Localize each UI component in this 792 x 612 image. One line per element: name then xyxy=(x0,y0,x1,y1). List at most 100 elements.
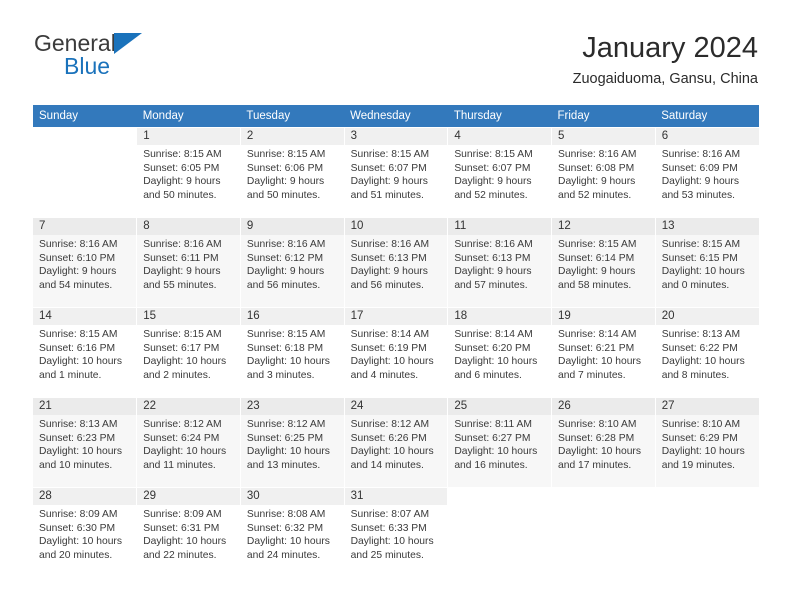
calendar-day-cell[interactable]: 26 Sunrise: 8:10 AM Sunset: 6:28 PM Dayligh… xyxy=(551,397,656,487)
day-details: Sunrise: 8:12 AM Sunset: 6:24 PM Daylight:… xyxy=(137,415,240,472)
generalblue-logo[interactable]: General Blue xyxy=(34,30,234,86)
calendar-day-cell[interactable]: 24 Sunrise: 8:12 AM Sunset: 6:26 PM Dayligh… xyxy=(343,397,449,487)
daylight-text: Daylight: 9 hours and 58 minutes. xyxy=(558,266,636,291)
sunrise-text: Sunrise: 8:15 AM xyxy=(246,329,326,340)
calendar-day-cell[interactable]: 9 Sunrise: 8:16 AM Sunset: 6:12 PM Daylight… xyxy=(239,217,345,307)
logo-text-blue: Blue xyxy=(64,53,111,79)
cell-inner: 17 Sunrise: 8:14 AM Sunset: 6:19 PM Dayligh… xyxy=(344,307,448,397)
sunset-text: Sunset: 6:06 PM xyxy=(246,162,324,174)
daylight-text: Daylight: 10 hours and 4 minutes. xyxy=(350,356,434,381)
day-details: Sunrise: 8:14 AM Sunset: 6:20 PM Daylight:… xyxy=(448,325,551,382)
cell-inner: 28 Sunrise: 8:09 AM Sunset: 6:30 PM Dayligh… xyxy=(33,487,137,577)
day-number: 2 xyxy=(240,127,344,145)
calendar-day-cell[interactable]: 23 Sunrise: 8:12 AM Sunset: 6:25 PM Dayligh… xyxy=(239,397,345,487)
cell-inner: 2 Sunrise: 8:15 AM Sunset: 6:06 PM Daylight… xyxy=(240,127,344,217)
daylight-text: Daylight: 9 hours and 54 minutes. xyxy=(39,266,117,291)
calendar-day-cell[interactable]: 31 Sunrise: 8:07 AM Sunset: 6:33 PM Dayligh… xyxy=(343,487,449,577)
cell-inner: 23 Sunrise: 8:12 AM Sunset: 6:25 PM Dayligh… xyxy=(240,397,344,487)
calendar-day-cell[interactable]: 10 Sunrise: 8:16 AM Sunset: 6:13 PM Dayligh… xyxy=(343,217,449,307)
calendar-cell-empty xyxy=(551,487,656,577)
day-details: Sunrise: 8:15 AM Sunset: 6:17 PM Daylight:… xyxy=(137,325,240,382)
sunset-text: Sunset: 6:13 PM xyxy=(454,252,531,264)
daylight-text: Daylight: 10 hours and 8 minutes. xyxy=(661,356,745,381)
cell-inner: 24 Sunrise: 8:12 AM Sunset: 6:26 PM Dayligh… xyxy=(344,397,448,487)
calendar-day-cell[interactable]: 4 Sunrise: 8:15 AM Sunset: 6:07 PM Daylight… xyxy=(447,127,553,217)
sunrise-text: Sunrise: 8:15 AM xyxy=(246,149,326,160)
calendar-day-cell[interactable]: 6 Sunrise: 8:16 AM Sunset: 6:09 PM Daylight… xyxy=(654,127,759,217)
calendar-day-cell[interactable]: 22 Sunrise: 8:12 AM Sunset: 6:24 PM Dayligh… xyxy=(136,397,241,487)
day-details: Sunrise: 8:15 AM Sunset: 6:15 PM Daylight:… xyxy=(656,235,759,292)
sunset-text: Sunset: 6:28 PM xyxy=(558,432,635,444)
calendar-day-cell[interactable]: 15 Sunrise: 8:15 AM Sunset: 6:17 PM Dayligh… xyxy=(136,307,241,397)
cell-inner: 19 Sunrise: 8:14 AM Sunset: 6:21 PM Dayligh… xyxy=(552,307,655,397)
calendar-day-cell[interactable]: 19 Sunrise: 8:14 AM Sunset: 6:21 PM Dayligh… xyxy=(551,307,656,397)
daylight-text: Daylight: 10 hours and 17 minutes. xyxy=(558,446,642,471)
sunrise-text: Sunrise: 8:11 AM xyxy=(454,419,532,430)
day-number: 16 xyxy=(240,307,344,325)
day-details: Sunrise: 8:14 AM Sunset: 6:21 PM Daylight:… xyxy=(552,325,655,382)
sunset-text: Sunset: 6:05 PM xyxy=(143,162,220,174)
cell-inner: 27 Sunrise: 8:10 AM Sunset: 6:29 PM Dayligh… xyxy=(655,397,759,487)
cell-inner: 15 Sunrise: 8:15 AM Sunset: 6:17 PM Dayligh… xyxy=(137,307,240,397)
daylight-text: Daylight: 10 hours and 20 minutes. xyxy=(39,536,122,561)
calendar-table: Sunday Monday Tuesday Wednesday Thursday… xyxy=(33,105,759,577)
daylight-text: Daylight: 9 hours and 56 minutes. xyxy=(246,266,325,291)
daylight-text: Daylight: 10 hours and 14 minutes. xyxy=(350,446,434,471)
calendar-day-cell[interactable]: 5 Sunrise: 8:16 AM Sunset: 6:08 PM Daylight… xyxy=(551,127,656,217)
sunrise-text: Sunrise: 8:14 AM xyxy=(558,329,637,340)
daylight-text: Daylight: 10 hours and 11 minutes. xyxy=(143,446,227,471)
day-details: Sunrise: 8:09 AM Sunset: 6:31 PM Daylight:… xyxy=(137,505,240,562)
calendar-day-cell[interactable]: 18 Sunrise: 8:14 AM Sunset: 6:20 PM Dayligh… xyxy=(447,307,553,397)
calendar-day-cell[interactable]: 1 Sunrise: 8:15 AM Sunset: 6:05 PM Daylight… xyxy=(136,127,241,217)
sunset-text: Sunset: 6:10 PM xyxy=(39,252,116,264)
sunrise-text: Sunrise: 8:16 AM xyxy=(454,239,533,250)
sunrise-text: Sunrise: 8:13 AM xyxy=(661,329,741,340)
calendar-day-cell[interactable]: 3 Sunrise: 8:15 AM Sunset: 6:07 PM Daylight… xyxy=(343,127,449,217)
page-title: January 2024 xyxy=(582,32,758,64)
sunset-text: Sunset: 6:32 PM xyxy=(246,522,324,534)
weekday-header-friday: Friday xyxy=(551,105,656,127)
calendar-day-cell[interactable]: 8 Sunrise: 8:16 AM Sunset: 6:11 PM Daylight… xyxy=(136,217,241,307)
calendar-day-cell[interactable]: 25 Sunrise: 8:11 AM Sunset: 6:27 PM Dayligh… xyxy=(447,397,553,487)
calendar-day-cell[interactable]: 14 Sunrise: 8:15 AM Sunset: 6:16 PM Dayligh… xyxy=(33,307,138,397)
calendar-day-cell[interactable]: 20 Sunrise: 8:13 AM Sunset: 6:22 PM Dayligh… xyxy=(654,307,759,397)
sunrise-text: Sunrise: 8:15 AM xyxy=(558,239,637,250)
calendar-day-cell[interactable]: 13 Sunrise: 8:15 AM Sunset: 6:15 PM Dayligh… xyxy=(654,217,759,307)
calendar-day-cell[interactable]: 11 Sunrise: 8:16 AM Sunset: 6:13 PM Dayligh… xyxy=(447,217,553,307)
daylight-text: Daylight: 9 hours and 52 minutes. xyxy=(454,176,532,201)
sunset-text: Sunset: 6:22 PM xyxy=(661,342,738,354)
calendar-day-cell[interactable]: 27 Sunrise: 8:10 AM Sunset: 6:29 PM Dayligh… xyxy=(654,397,759,487)
daylight-text: Daylight: 10 hours and 7 minutes. xyxy=(558,356,642,381)
calendar-day-cell[interactable]: 2 Sunrise: 8:15 AM Sunset: 6:06 PM Daylight… xyxy=(239,127,345,217)
day-number: 8 xyxy=(137,217,240,235)
cell-inner: 13 Sunrise: 8:15 AM Sunset: 6:15 PM Dayligh… xyxy=(655,217,759,307)
calendar-day-cell[interactable]: 12 Sunrise: 8:15 AM Sunset: 6:14 PM Dayligh… xyxy=(551,217,656,307)
sunrise-text: Sunrise: 8:08 AM xyxy=(246,509,326,520)
calendar-day-cell[interactable]: 21 Sunrise: 8:13 AM Sunset: 6:23 PM Dayligh… xyxy=(33,397,138,487)
cell-inner: 31 Sunrise: 8:07 AM Sunset: 6:33 PM Dayligh… xyxy=(344,487,448,577)
day-details: Sunrise: 8:16 AM Sunset: 6:13 PM Daylight:… xyxy=(448,235,551,292)
daylight-text: Daylight: 9 hours and 52 minutes. xyxy=(558,176,636,201)
cell-inner: 7 Sunrise: 8:16 AM Sunset: 6:10 PM Daylight… xyxy=(33,217,137,307)
day-number: 23 xyxy=(240,397,344,415)
calendar-day-cell[interactable]: 16 Sunrise: 8:15 AM Sunset: 6:18 PM Dayligh… xyxy=(239,307,345,397)
calendar-week-row: 21 Sunrise: 8:13 AM Sunset: 6:23 PM Dayligh… xyxy=(33,397,759,487)
sunset-text: Sunset: 6:16 PM xyxy=(39,342,116,354)
sunset-text: Sunset: 6:31 PM xyxy=(143,522,220,534)
calendar-day-cell[interactable]: 30 Sunrise: 8:08 AM Sunset: 6:32 PM Dayligh… xyxy=(239,487,345,577)
page-subtitle-location: Zuogaiduoma, Gansu, China xyxy=(572,71,758,87)
cell-inner: 5 Sunrise: 8:16 AM Sunset: 6:08 PM Daylight… xyxy=(552,127,655,217)
calendar-day-cell[interactable]: 17 Sunrise: 8:14 AM Sunset: 6:19 PM Dayligh… xyxy=(343,307,449,397)
sunset-text: Sunset: 6:25 PM xyxy=(246,432,324,444)
sunset-text: Sunset: 6:30 PM xyxy=(39,522,116,534)
day-number: 6 xyxy=(655,127,759,145)
day-details: Sunrise: 8:08 AM Sunset: 6:32 PM Daylight:… xyxy=(241,505,344,562)
calendar-day-cell[interactable]: 29 Sunrise: 8:09 AM Sunset: 6:31 PM Dayligh… xyxy=(136,487,241,577)
daylight-text: Daylight: 10 hours and 1 minute. xyxy=(39,356,122,381)
calendar-day-cell[interactable]: 7 Sunrise: 8:16 AM Sunset: 6:10 PM Daylight… xyxy=(33,217,138,307)
logo-bottom-row: Blue xyxy=(34,53,234,79)
calendar-day-cell[interactable]: 28 Sunrise: 8:09 AM Sunset: 6:30 PM Dayligh… xyxy=(33,487,138,577)
sunrise-text: Sunrise: 8:14 AM xyxy=(454,329,533,340)
daylight-text: Daylight: 9 hours and 55 minutes. xyxy=(143,266,221,291)
day-number: 26 xyxy=(552,397,655,415)
